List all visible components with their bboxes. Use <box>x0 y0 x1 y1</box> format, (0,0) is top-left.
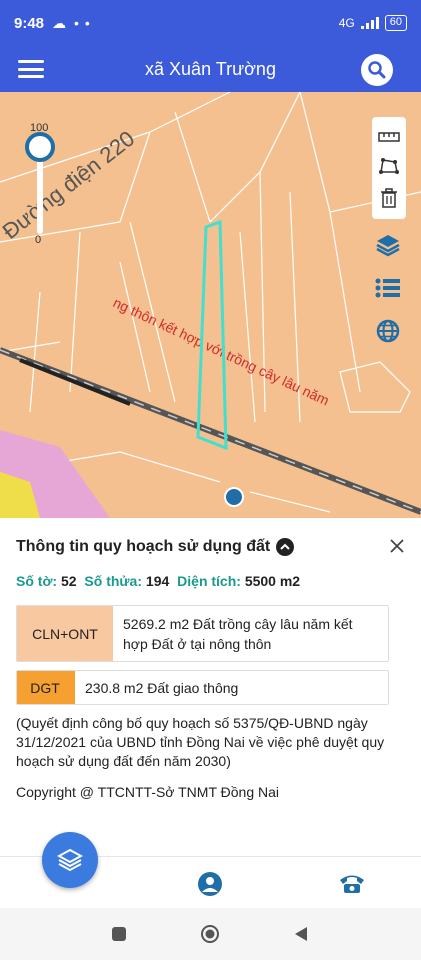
menu-bar <box>18 67 44 71</box>
recent-apps-icon[interactable] <box>111 926 127 942</box>
cloud-icon: ☁ <box>52 14 67 31</box>
search-icon <box>368 61 386 79</box>
layers-fab[interactable] <box>42 832 98 888</box>
notification-dots: • • <box>74 15 91 31</box>
map-view[interactable]: Đường điện 220 ng thôn kết hợp với trồng… <box>0 92 421 518</box>
globe-button[interactable] <box>374 317 402 345</box>
dien-tich-label: Diện tích: <box>177 573 241 589</box>
sheet-title: Thông tin quy hoạch sử dụng đất <box>16 538 271 555</box>
layers-toggle-button[interactable] <box>374 231 402 259</box>
menu-bar <box>18 60 44 63</box>
collapse-button[interactable] <box>276 538 295 556</box>
status-time: 9:48 <box>14 14 45 32</box>
map-tool-panel <box>372 117 406 219</box>
info-sheet: Thông tin quy hoạch sử dụng đất Số tờ: 5… <box>0 518 421 856</box>
profile-button[interactable] <box>197 871 223 897</box>
network-label: 4G <box>338 16 355 30</box>
zone-desc: 230.8 m2 Đất giao thông <box>73 671 388 704</box>
zoom-slider[interactable]: 100 0 <box>22 122 58 250</box>
app-bar: xã Xuân Trường <box>0 46 421 92</box>
copyright: Copyright @ TTCNTT-Sở TNMT Đồng Nai <box>16 784 280 800</box>
system-nav-bar <box>0 908 421 960</box>
zone-row[interactable]: CLN+ONT 5269.2 m2 Đất trồng cây lâu năm … <box>16 605 389 662</box>
ruler-icon[interactable] <box>378 128 400 144</box>
dien-tich-value: 5500 m2 <box>244 573 301 589</box>
globe-icon <box>376 319 400 343</box>
zone-code: CLN+ONT <box>17 606 113 661</box>
battery-icon: 60 <box>384 15 407 31</box>
menu-bar <box>18 75 44 78</box>
close-button[interactable] <box>389 538 405 554</box>
zone-desc: 5269.2 m2 Đất trồng cây lâu năm kết hợp … <box>123 615 353 652</box>
so-thua-value: 194 <box>145 573 170 589</box>
trash-icon[interactable] <box>380 188 398 209</box>
area-measure-icon[interactable] <box>378 157 400 175</box>
signal-icon <box>360 17 379 29</box>
menu-button[interactable] <box>18 57 44 81</box>
page-title: xã Xuân Trường <box>145 58 276 79</box>
parcel-meta: Số tờ: 52 Số thửa: 194 Diện tích: 5500 m… <box>16 573 304 589</box>
zone-code: DGT <box>17 671 73 704</box>
call-button[interactable] <box>338 871 364 897</box>
layers-icon <box>376 235 400 257</box>
zoom-min-label: 0 <box>35 234 42 246</box>
decision-note: (Quyết định công bố quy hoạch số 5375/QĐ… <box>16 715 385 769</box>
chevron-up-icon <box>280 543 290 550</box>
sheet-header: Thông tin quy hoạch sử dụng đất <box>16 538 295 556</box>
back-icon[interactable] <box>293 926 309 942</box>
location-marker <box>226 489 242 505</box>
home-icon[interactable] <box>200 924 220 944</box>
so-to-value: 52 <box>60 573 77 589</box>
status-right: 4G 60 <box>339 15 407 31</box>
user-icon <box>198 872 222 896</box>
parcel-lines <box>0 92 421 513</box>
search-button[interactable] <box>361 54 393 86</box>
status-bar: 9:48 ☁ • • 4G 60 <box>0 0 421 46</box>
zoom-thumb[interactable] <box>25 132 55 162</box>
zone-row[interactable]: DGT 230.8 m2 Đất giao thông <box>16 670 389 705</box>
map-canvas: Đường điện 220 ng thôn kết hợp với trồng… <box>0 92 421 518</box>
so-thua-label: Số thửa: <box>84 573 143 589</box>
legend-list-button[interactable] <box>374 274 402 302</box>
road-label: Đường điện 220 <box>0 126 139 244</box>
layers-icon <box>57 848 83 872</box>
so-to-label: Số tờ: <box>16 573 58 589</box>
list-icon <box>375 278 400 298</box>
close-icon <box>390 539 404 553</box>
phone-icon <box>340 875 364 893</box>
selected-parcel <box>196 219 228 451</box>
